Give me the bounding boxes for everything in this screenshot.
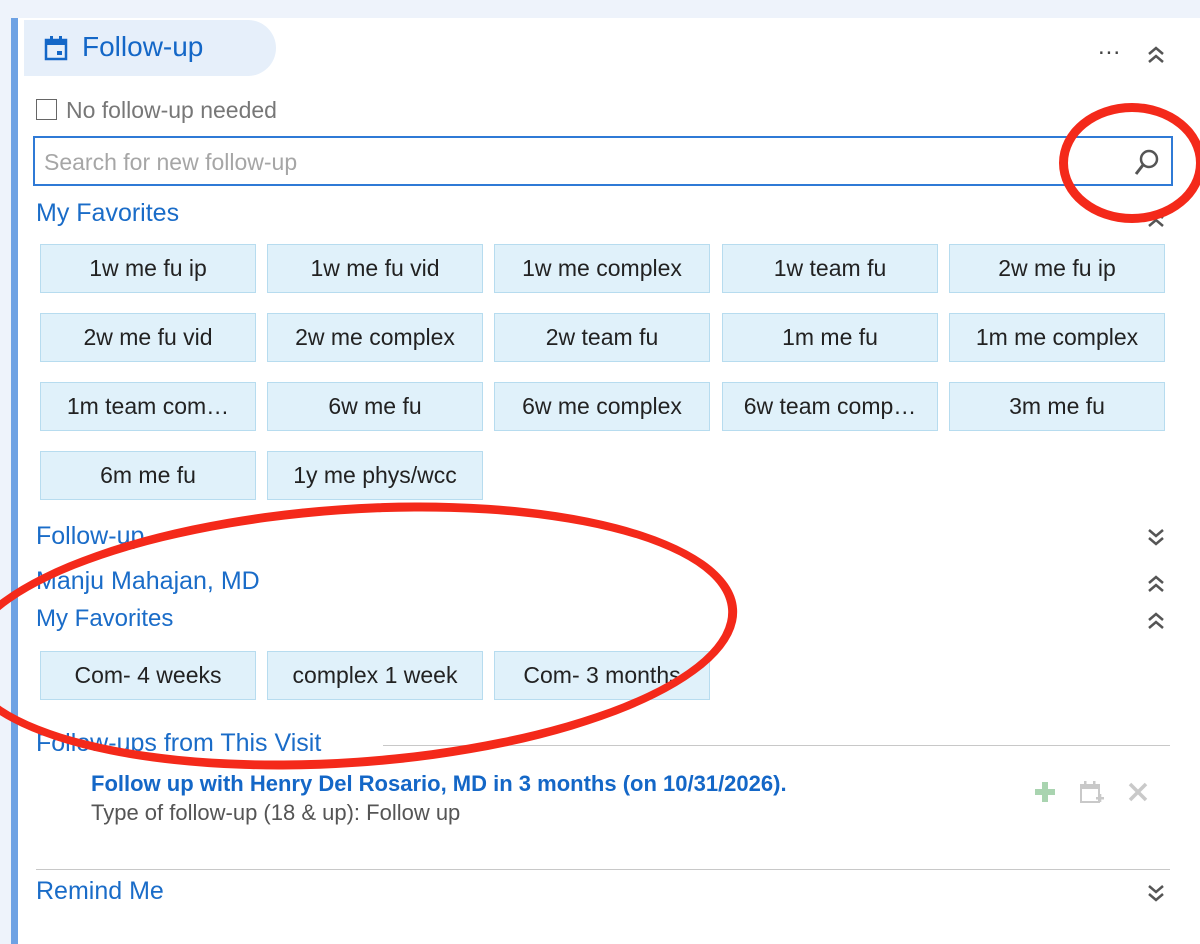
no-followup-checkbox[interactable]: [36, 99, 57, 120]
favorite-button[interactable]: 1m me complex: [949, 313, 1165, 362]
favorite-button[interactable]: 6w me fu: [267, 382, 483, 431]
search-box[interactable]: [33, 136, 1173, 186]
favorite-button[interactable]: 2w me complex: [267, 313, 483, 362]
favorite-button[interactable]: 2w me fu ip: [949, 244, 1165, 293]
provider-favorite-button[interactable]: complex 1 week: [267, 651, 483, 700]
favorite-button[interactable]: 1w me complex: [494, 244, 710, 293]
favorite-button[interactable]: 1w me fu vid: [267, 244, 483, 293]
favorite-button[interactable]: 1w team fu: [722, 244, 938, 293]
provider-favorite-button[interactable]: Com- 4 weeks: [40, 651, 256, 700]
collapse-panel-icon[interactable]: [1146, 44, 1166, 66]
favorite-button[interactable]: 1m me fu: [722, 313, 938, 362]
remind-me-label[interactable]: Remind Me: [36, 877, 164, 906]
collapse-provider-favorites-icon[interactable]: [1146, 610, 1166, 632]
favorite-button[interactable]: 1m team com…: [40, 382, 256, 431]
header-title-pill: Follow-up: [24, 20, 276, 76]
page-title: Follow-up: [82, 31, 204, 62]
provider-favorites-label[interactable]: My Favorites: [36, 605, 173, 633]
favorite-button[interactable]: 2w me fu vid: [40, 313, 256, 362]
schedule-calendar-icon[interactable]: [1079, 780, 1105, 811]
followup-panel: Follow-up ... No follow-up needed My Fav…: [11, 18, 1200, 944]
more-options-button[interactable]: ...: [1098, 35, 1121, 59]
my-favorites-label[interactable]: My Favorites: [36, 199, 179, 228]
provider-favorite-button[interactable]: Com- 3 months: [494, 651, 710, 700]
favorite-button[interactable]: 6w team comp…: [722, 382, 938, 431]
followup-item-type: Type of follow-up (18 & up): Follow up: [91, 800, 461, 825]
expand-followup-icon[interactable]: [1146, 526, 1166, 548]
remind-divider: [36, 869, 1170, 870]
search-icon[interactable]: [1133, 147, 1161, 182]
followup-section-label[interactable]: Follow-up: [36, 522, 144, 551]
this-visit-divider: [383, 745, 1170, 746]
search-input[interactable]: [42, 145, 1106, 179]
favorite-button[interactable]: 6w me complex: [494, 382, 710, 431]
provider-name[interactable]: Manju Mahajan, MD: [36, 567, 260, 596]
calendar-icon: [44, 35, 68, 66]
expand-remind-icon[interactable]: [1146, 882, 1166, 904]
favorite-button[interactable]: 2w team fu: [494, 313, 710, 362]
favorite-button[interactable]: 3m me fu: [949, 382, 1165, 431]
followup-item-title[interactable]: Follow up with Henry Del Rosario, MD in …: [91, 771, 787, 797]
add-icon[interactable]: [1033, 780, 1057, 809]
favorite-button[interactable]: 1y me phys/wcc: [267, 451, 483, 500]
this-visit-label: Follow-ups from This Visit: [36, 729, 322, 757]
collapse-provider-icon[interactable]: [1146, 573, 1166, 595]
collapse-favorites-icon[interactable]: [1146, 208, 1166, 230]
no-followup-label: No follow-up needed: [66, 97, 277, 123]
remove-icon[interactable]: [1126, 780, 1150, 809]
favorite-button[interactable]: 1w me fu ip: [40, 244, 256, 293]
favorite-button[interactable]: 6m me fu: [40, 451, 256, 500]
